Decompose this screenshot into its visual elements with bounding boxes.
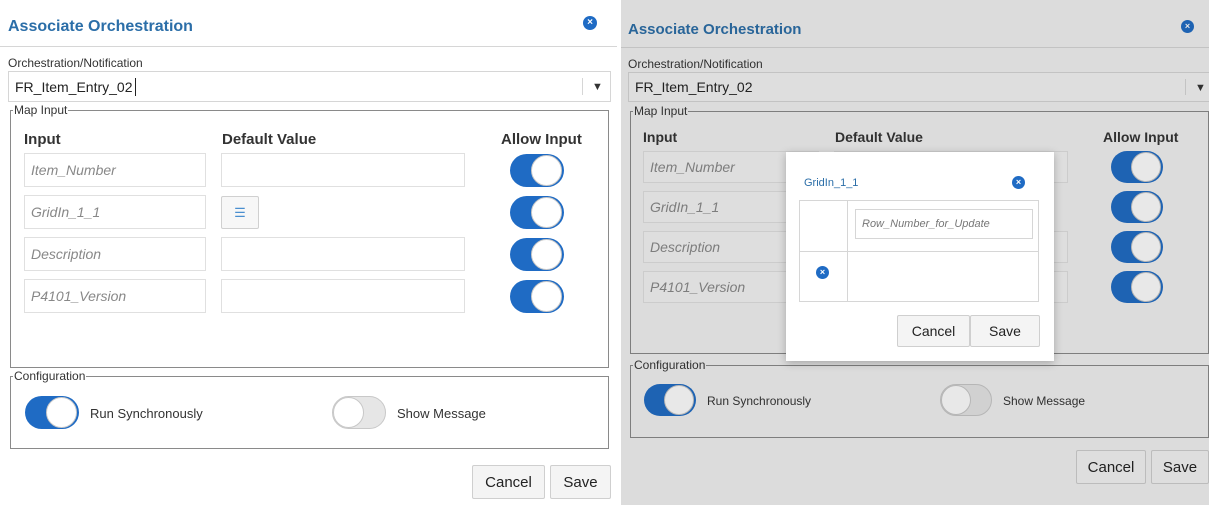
toggle-knob: [46, 397, 77, 428]
close-icon[interactable]: ×: [1012, 176, 1025, 189]
input-field-p4101-version[interactable]: P4101_Version: [24, 279, 206, 313]
caret-down-icon[interactable]: ▼: [592, 81, 603, 93]
input-field-description[interactable]: Description: [24, 237, 206, 271]
show-message-toggle[interactable]: [332, 396, 386, 429]
column-default-value: Default Value: [222, 131, 317, 148]
orchestration-value: FR_Item_Entry_02: [15, 79, 133, 95]
input-field-gridin[interactable]: GridIn_1_1: [24, 195, 206, 229]
allow-input-toggle-p4101-version[interactable]: [510, 280, 564, 313]
toggle-knob: [333, 397, 364, 428]
toggle-knob: [531, 239, 562, 270]
grid-column-field[interactable]: Row_Number_for_Update: [855, 209, 1033, 239]
popup-title: GridIn_1_1: [804, 177, 859, 189]
remove-row-icon[interactable]: ×: [816, 266, 829, 279]
toggle-knob: [531, 197, 562, 228]
save-button[interactable]: Save: [550, 465, 611, 499]
combo-separator: [582, 78, 583, 95]
text-cursor: [135, 78, 136, 96]
allow-input-toggle-description[interactable]: [510, 238, 564, 271]
run-synchronously-label: Run Synchronously: [90, 406, 203, 421]
close-icon[interactable]: ×: [583, 16, 597, 30]
allow-input-toggle-gridin[interactable]: [510, 196, 564, 229]
run-synchronously-toggle[interactable]: [25, 396, 79, 429]
show-message-label: Show Message: [397, 406, 486, 421]
default-value-description[interactable]: [221, 237, 465, 271]
title-divider: [0, 46, 617, 47]
default-value-item-number[interactable]: [221, 153, 465, 187]
toggle-knob: [531, 155, 562, 186]
toggle-knob: [531, 281, 562, 312]
default-value-p4101-version[interactable]: [221, 279, 465, 313]
map-input-legend: Map Input: [14, 103, 68, 117]
column-input: Input: [24, 131, 61, 148]
allow-input-toggle-item-number[interactable]: [510, 154, 564, 187]
column-allow-input: Allow Input: [501, 131, 582, 148]
list-icon[interactable]: ☰: [221, 196, 259, 229]
configuration-legend: Configuration: [14, 369, 86, 383]
dialog-title: Associate Orchestration: [8, 18, 193, 35]
input-field-item-number[interactable]: Item_Number: [24, 153, 206, 187]
orchestration-label: Orchestration/Notification: [8, 56, 143, 70]
grid-table: Row_Number_for_Update ×: [799, 200, 1039, 302]
associate-orchestration-dialog-with-popup: Associate Orchestration × Orchestration/…: [621, 0, 1209, 505]
associate-orchestration-dialog: Associate Orchestration × Orchestration/…: [0, 0, 617, 505]
grid-input-popup: GridIn_1_1 × Row_Number_for_Update × Can…: [786, 152, 1054, 361]
popup-save-button[interactable]: Save: [970, 315, 1040, 347]
grid-row-divider: [800, 251, 1038, 252]
orchestration-select[interactable]: FR_Item_Entry_02 ▼: [8, 71, 611, 102]
popup-cancel-button[interactable]: Cancel: [897, 315, 970, 347]
cancel-button[interactable]: Cancel: [472, 465, 545, 499]
